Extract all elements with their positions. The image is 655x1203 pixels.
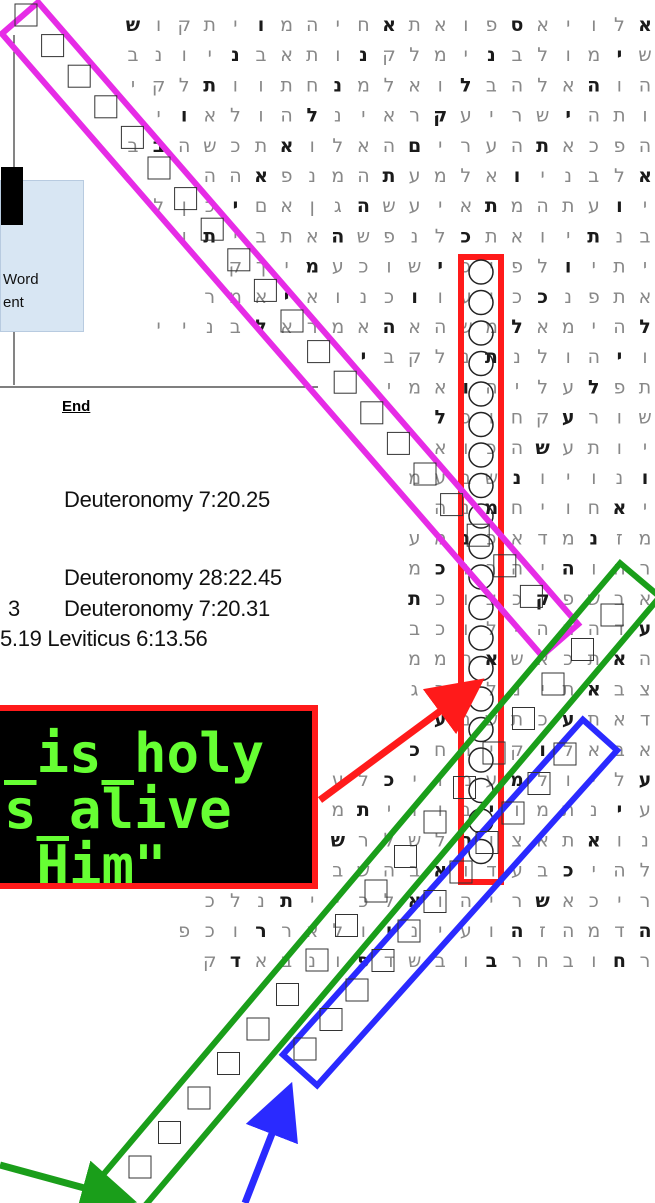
highlighted-letter-square-icon [200,217,224,241]
highlighted-letter-square-icon [512,707,535,730]
highlighted-letter-square-icon [364,879,388,903]
circled-letter-icon [468,411,494,438]
highlighted-letter-square-icon [386,431,410,455]
highlighted-letter-square-icon [335,914,358,937]
highlighted-letter-square-icon [253,278,277,302]
highlighted-letter-square-icon [187,1086,211,1110]
circled-letter-icon [468,320,494,346]
circled-letter-icon [468,289,494,316]
circled-letter-icon [468,472,494,499]
highlighted-letter-square-icon [41,34,65,58]
highlighted-letter-square-icon [600,603,624,627]
highlighted-letter-square-icon [541,672,565,696]
circled-letter-icon [468,350,494,377]
highlighted-letter-square-icon [305,948,329,972]
highlighted-letter-square-icon [413,462,437,486]
highlighted-letter-square-icon [227,248,251,272]
highlighted-letter-square-icon [394,845,417,868]
highlighted-letter-square-icon [493,554,517,578]
circled-letter-icon [468,686,494,712]
bible-code-figure: אלויאספואתאחיהמויתקוששימולבנימלקנותאבניו… [0,0,655,1203]
highlighted-letter-square-icon [276,983,299,1006]
pointer-arrow-icon [0,1160,138,1203]
highlighted-letter-square-icon [423,810,447,834]
circled-letter-icon [468,442,494,468]
circled-letter-icon [468,259,494,285]
highlighted-letter-square-icon [147,156,171,180]
circled-letter-icon [468,747,494,773]
highlighted-letter-square-icon [333,370,357,394]
overlay-annotations [0,0,655,1203]
highlighted-letter-square-icon [519,584,543,608]
circled-letter-icon [468,381,494,407]
circled-letter-icon [468,625,494,651]
highlighted-letter-square-icon [67,64,91,88]
highlighted-letter-square-icon [158,1121,181,1144]
highlighted-letter-square-icon [128,1155,152,1179]
pointer-arrow-icon [241,1081,298,1203]
highlighted-letter-square-icon [453,776,476,799]
pointer-arrow-icon [317,678,485,803]
highlighted-letter-square-icon [307,340,331,364]
highlighted-letter-square-icon [571,638,594,661]
highlighted-letter-square-icon [280,309,304,333]
highlighted-letter-square-icon [120,125,144,149]
highlighted-letter-square-icon [217,1052,240,1075]
highlighted-letter-square-icon [246,1017,270,1041]
highlighted-letter-square-icon [174,187,198,211]
highlighted-letter-square-icon [360,401,384,425]
highlighted-letter-square-icon [94,95,118,119]
circled-letter-icon [468,655,494,682]
